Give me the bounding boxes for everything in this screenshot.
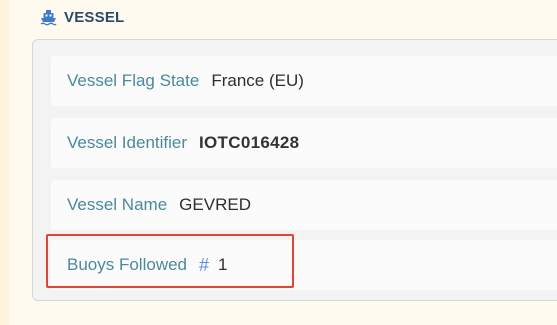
field-row-vessel-flag-state: Vessel Flag State France (EU) [51, 56, 557, 106]
field-label: Vessel Flag State [67, 71, 200, 90]
field-label: Vessel Identifier [67, 133, 188, 152]
vessel-info-card: Vessel Flag State France (EU) Vessel Ide… [32, 39, 557, 301]
hash-icon: # [199, 254, 210, 275]
field-value: France (EU) [211, 71, 304, 90]
field-row-vessel-identifier: Vessel Identifier IOTC016428 [51, 118, 557, 168]
section-title: VESSEL [64, 9, 125, 26]
ship-icon [40, 9, 57, 26]
field-label: Buoys Followed [67, 255, 188, 274]
left-accent-strip [0, 0, 9, 325]
field-value: 1 [218, 255, 228, 274]
section-header: VESSEL [40, 9, 124, 26]
field-row-vessel-name: Vessel Name GEVRED [51, 180, 557, 230]
field-row-buoys-followed: Buoys Followed # 1 [51, 240, 557, 290]
field-value: IOTC016428 [199, 133, 300, 152]
field-value: GEVRED [179, 195, 251, 214]
field-label: Vessel Name [67, 195, 168, 214]
